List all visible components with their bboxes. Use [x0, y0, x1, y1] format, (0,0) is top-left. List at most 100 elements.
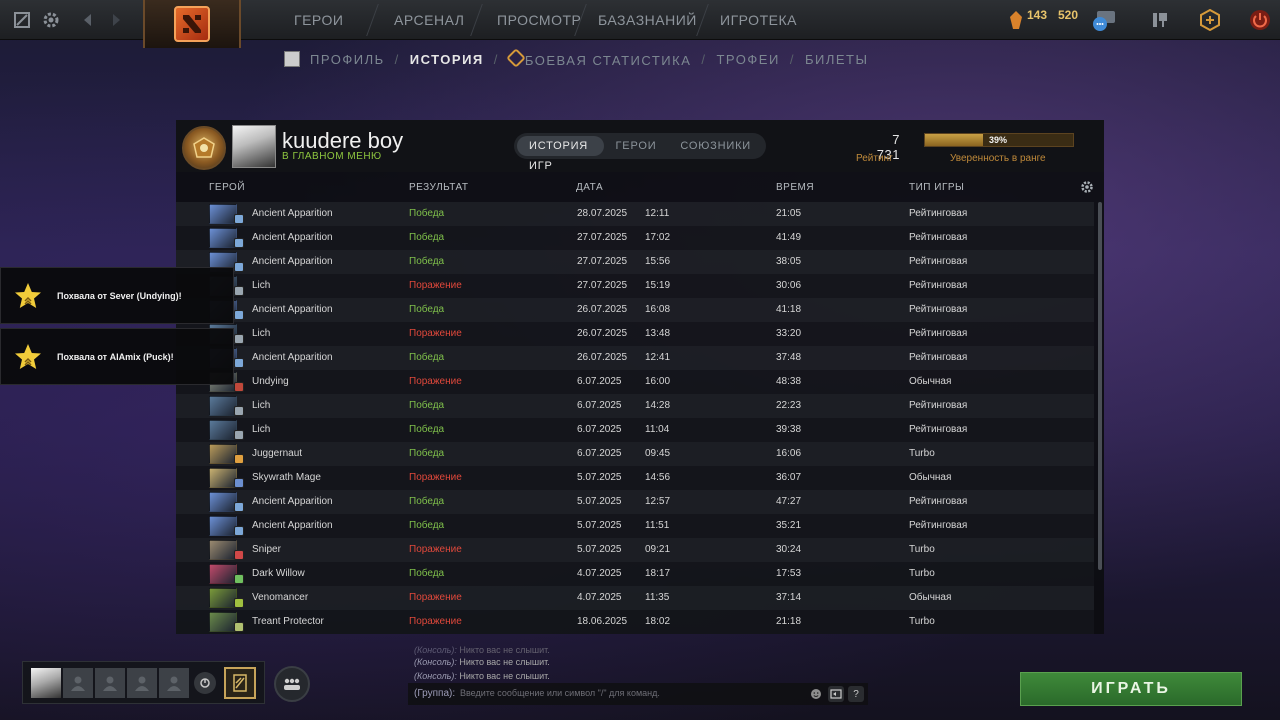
- chat-message: (Консоль): Никто вас не слышит.: [414, 645, 550, 655]
- hero-portrait: [209, 588, 237, 608]
- notification-text: Похвала от AlAmix (Puck)!: [57, 351, 174, 362]
- match-row[interactable]: Ancient Apparition Победа 28.07.2025 12:…: [176, 202, 1094, 226]
- role-badge-icon: [234, 574, 244, 584]
- nav-learn[interactable]: БАЗАЗНАНИЙ: [598, 0, 697, 40]
- commend-notification[interactable]: Похвала от AlAmix (Puck)!: [0, 328, 234, 385]
- battle-pass-icon[interactable]: [224, 667, 256, 699]
- match-row[interactable]: Undying Поражение 6.07.2025 16:00 48:38 …: [176, 370, 1094, 394]
- match-row[interactable]: Lich Победа 6.07.2025 14:28 22:23 Рейтин…: [176, 394, 1094, 418]
- match-row[interactable]: Lich Поражение 26.07.2025 13:48 33:20 Ре…: [176, 322, 1094, 346]
- chat-message: (Консоль): Никто вас не слышит.: [414, 671, 550, 681]
- match-result: Поражение: [409, 616, 462, 627]
- match-time: 16:08: [645, 304, 671, 315]
- match-row[interactable]: Skywrath Mage Поражение 5.07.2025 14:56 …: [176, 466, 1094, 490]
- chat-input-bar[interactable]: (Группа): Введите сообщение или символ "…: [408, 683, 868, 705]
- armory-icon[interactable]: [1146, 6, 1174, 34]
- match-duration: 30:24: [776, 544, 802, 555]
- match-row[interactable]: Lich Победа 6.07.2025 11:04 39:38 Рейтин…: [176, 418, 1094, 442]
- column-hero[interactable]: ГЕРОЙ: [209, 182, 245, 193]
- subnav-history[interactable]: ИСТОРИЯ: [410, 52, 484, 67]
- chat-wheel-icon[interactable]: [828, 686, 844, 702]
- match-result: Победа: [409, 424, 445, 435]
- match-row[interactable]: Juggernaut Победа 6.07.2025 09:45 16:06 …: [176, 442, 1094, 466]
- match-time: 16:00: [645, 376, 671, 387]
- chat-source: (Консоль):: [414, 645, 457, 655]
- match-row[interactable]: Ancient Apparition Победа 26.07.2025 12:…: [176, 346, 1094, 370]
- party-slot-self[interactable]: [31, 668, 61, 698]
- confidence-text: 39%: [989, 135, 1008, 145]
- match-date: 27.07.2025: [577, 280, 628, 291]
- match-type: Рейтинговая: [909, 304, 968, 315]
- match-row[interactable]: Ancient Apparition Победа 27.07.2025 15:…: [176, 250, 1094, 274]
- match-list-scrollbar[interactable]: [1098, 202, 1102, 570]
- top-bar: ГЕРОИ АРСЕНАЛ ПРОСМОТР БАЗАЗНАНИЙ ИГРОТЕ…: [0, 0, 1280, 48]
- nav-armory[interactable]: АРСЕНАЛ: [394, 0, 464, 40]
- match-row[interactable]: Ancient Apparition Победа 5.07.2025 12:5…: [176, 490, 1094, 514]
- match-row[interactable]: Venomancer Поражение 4.07.2025 11:35 37:…: [176, 586, 1094, 610]
- party-slot-empty[interactable]: [159, 668, 189, 698]
- chat-help-button[interactable]: ?: [848, 686, 864, 702]
- subnav-profile[interactable]: ПРОФИЛЬ: [310, 52, 385, 67]
- party-settings-icon[interactable]: [194, 672, 216, 694]
- commend-notification[interactable]: Похвала от Sever (Undying)!: [0, 267, 234, 324]
- role-badge-icon: [234, 526, 244, 536]
- forward-icon[interactable]: [104, 8, 128, 32]
- column-date[interactable]: ДАТА: [576, 182, 603, 193]
- match-type: Рейтинговая: [909, 232, 968, 243]
- chat-icon[interactable]: [1090, 6, 1118, 34]
- subnav-tickets[interactable]: БИЛЕТЫ: [805, 52, 869, 67]
- hero-portrait: [209, 492, 237, 512]
- match-row[interactable]: Ancient Apparition Победа 27.07.2025 17:…: [176, 226, 1094, 250]
- rank-medal-icon[interactable]: [182, 126, 226, 170]
- gear-icon[interactable]: [1080, 180, 1094, 197]
- column-duration[interactable]: ВРЕМЯ: [776, 182, 814, 193]
- subnav-stats[interactable]: БОЕВАЯ СТАТИСТИКА: [505, 47, 691, 68]
- subnav-trophies[interactable]: ТРОФЕИ: [716, 52, 779, 67]
- match-row[interactable]: Ancient Apparition Победа 5.07.2025 11:5…: [176, 514, 1094, 538]
- power-icon[interactable]: [1246, 6, 1274, 34]
- party-slot-empty[interactable]: [63, 668, 93, 698]
- plus-icon[interactable]: [1196, 6, 1224, 34]
- match-date: 27.07.2025: [577, 232, 628, 243]
- play-button[interactable]: ИГРАТЬ: [1020, 672, 1242, 706]
- nav-separator: [696, 4, 709, 36]
- nav-arcade[interactable]: ИГРОТЕКА: [720, 0, 797, 40]
- tab-match-history[interactable]: ИСТОРИЯ ИГР: [517, 136, 604, 172]
- role-badge-icon: [234, 478, 244, 488]
- tab-heroes[interactable]: ГЕРОИ: [604, 136, 669, 156]
- hero-portrait: [209, 468, 237, 488]
- chat-channel[interactable]: (Группа):: [414, 688, 455, 699]
- hero-portrait: [209, 204, 237, 224]
- match-type: Рейтинговая: [909, 328, 968, 339]
- match-row[interactable]: Ancient Apparition Победа 26.07.2025 16:…: [176, 298, 1094, 322]
- match-row[interactable]: Dark Willow Победа 4.07.2025 18:17 17:53…: [176, 562, 1094, 586]
- nav-watch[interactable]: ПРОСМОТР: [497, 0, 581, 40]
- emoji-icon[interactable]: [808, 686, 824, 702]
- player-status: В ГЛАВНОМ МЕНЮ: [282, 151, 382, 162]
- match-duration: 30:06: [776, 280, 802, 291]
- group-finder-icon[interactable]: [274, 666, 310, 702]
- column-result[interactable]: РЕЗУЛЬТАТ: [409, 182, 468, 193]
- hero-name: Ancient Apparition: [252, 496, 333, 507]
- match-row[interactable]: Treant Protector Поражение 18.06.2025 18…: [176, 610, 1094, 634]
- match-result: Победа: [409, 232, 445, 243]
- settings-icon[interactable]: [39, 8, 63, 32]
- match-date: 6.07.2025: [577, 400, 622, 411]
- match-row[interactable]: Lich Поражение 27.07.2025 15:19 30:06 Ре…: [176, 274, 1094, 298]
- column-type[interactable]: ТИП ИГРЫ: [909, 182, 964, 193]
- party-slot-empty[interactable]: [95, 668, 125, 698]
- match-row[interactable]: Sniper Поражение 5.07.2025 09:21 30:24 T…: [176, 538, 1094, 562]
- chat-source: (Консоль):: [414, 657, 457, 667]
- party-slot-empty[interactable]: [127, 668, 157, 698]
- hero-name: Dark Willow: [252, 568, 305, 579]
- match-time: 11:35: [645, 592, 670, 603]
- match-duration: 39:38: [776, 424, 802, 435]
- tab-allies[interactable]: СОЮЗНИКИ: [668, 136, 763, 156]
- notification-text: Похвала от Sever (Undying)!: [57, 290, 182, 301]
- dota-plus-icon[interactable]: [10, 8, 34, 32]
- chat-input[interactable]: Введите сообщение или символ "/" для ком…: [460, 688, 660, 698]
- dota-logo-button[interactable]: [143, 0, 241, 48]
- nav-heroes[interactable]: ГЕРОИ: [294, 0, 343, 40]
- back-icon[interactable]: [76, 8, 100, 32]
- player-avatar[interactable]: [232, 125, 276, 168]
